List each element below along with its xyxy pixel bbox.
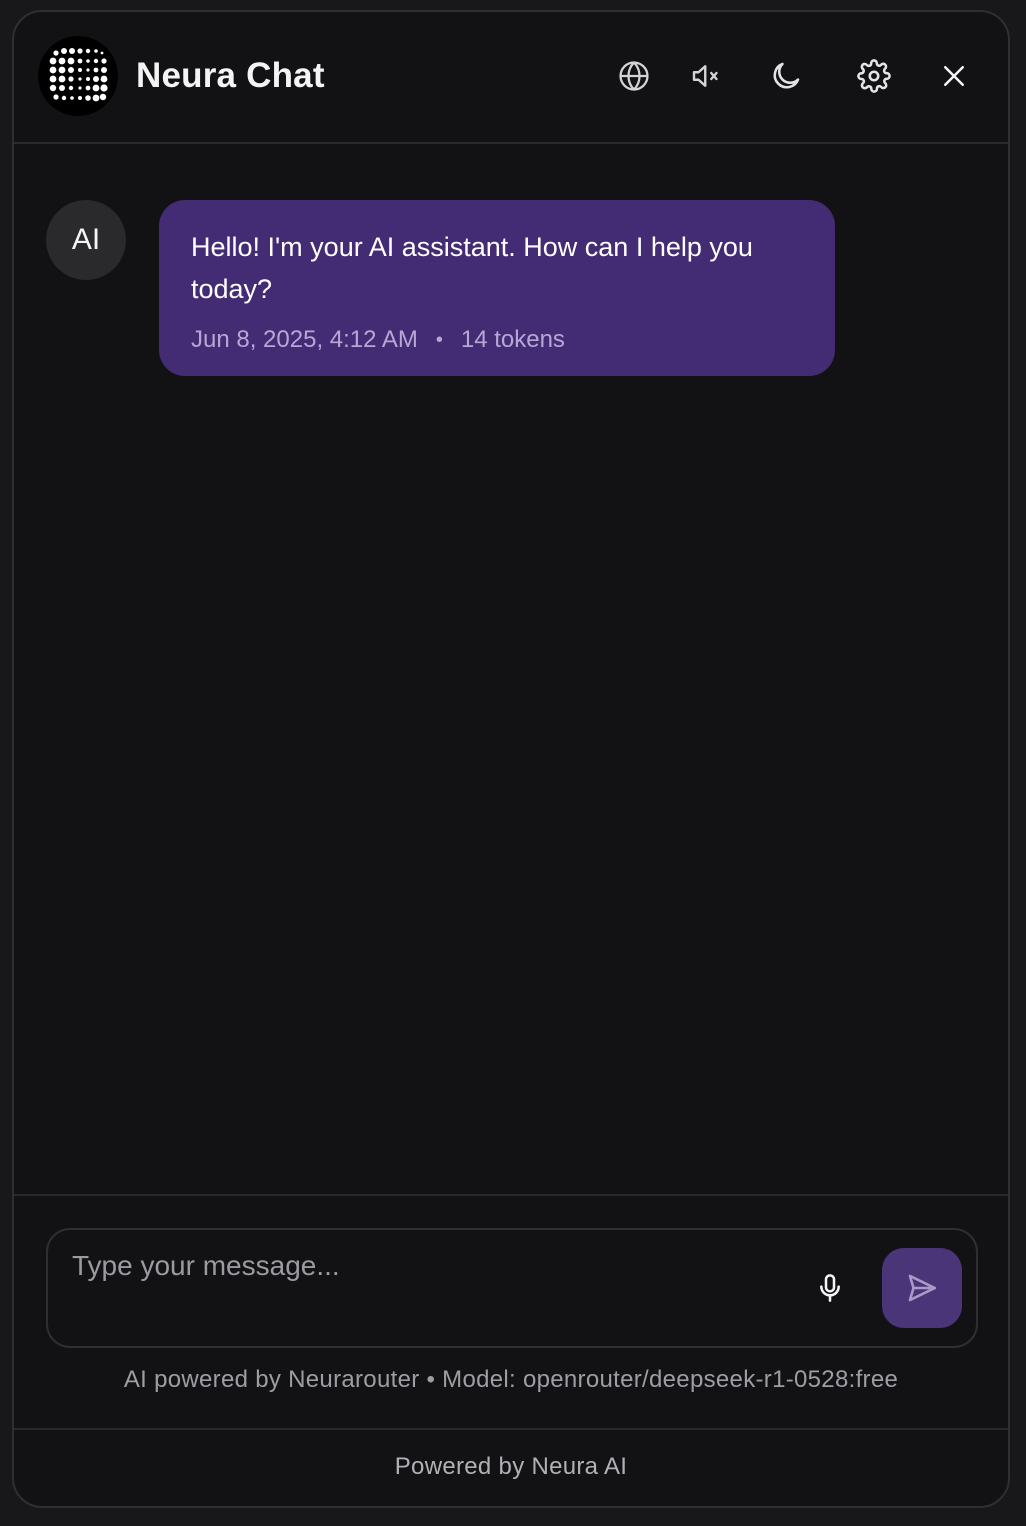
microphone-icon <box>820 1274 840 1302</box>
settings-button[interactable] <box>852 54 896 98</box>
assistant-message-bubble: Hello! I'm your AI assistant. How can I … <box>159 200 835 376</box>
composer: AI powered by Neurarouter • Model: openr… <box>14 1194 1008 1430</box>
theme-toggle-button[interactable] <box>764 54 808 98</box>
message-list[interactable]: AI Hello! I'm your AI assistant. How can… <box>14 144 1008 1190</box>
message-timestamp: Jun 8, 2025, 4:12 AM <box>191 326 418 353</box>
gear-icon <box>857 59 891 93</box>
message-text: Hello! I'm your AI assistant. How can I … <box>191 232 753 304</box>
token-count: 14 tokens <box>460 326 565 353</box>
ai-avatar: AI <box>46 200 126 280</box>
close-icon <box>944 66 964 86</box>
message-input[interactable] <box>72 1250 772 1330</box>
logo-icon <box>38 36 118 116</box>
globe-icon <box>619 61 649 91</box>
model-info: AI powered by Neurarouter • Model: openr… <box>123 1366 899 1393</box>
speaker-muted-icon <box>692 65 718 87</box>
app-title: Neura Chat <box>136 56 325 95</box>
footer-credit: Powered by Neura AI <box>394 1453 628 1480</box>
language-button[interactable] <box>612 54 656 98</box>
send-button[interactable] <box>882 1248 962 1328</box>
chat-header: Neura Chat <box>14 12 1008 144</box>
mute-button[interactable] <box>684 54 728 98</box>
send-icon <box>908 1274 937 1302</box>
voice-input-button[interactable] <box>808 1266 852 1310</box>
message-meta: Jun 8, 2025, 4:12 AM • 14 tokens <box>191 326 803 354</box>
moon-icon <box>773 62 800 89</box>
chat-window: Neura Chat AI Hello! I'm your AI assista… <box>12 10 1010 1508</box>
close-button[interactable] <box>932 54 976 98</box>
meta-separator: • <box>435 328 443 351</box>
message-input-box <box>46 1228 978 1348</box>
